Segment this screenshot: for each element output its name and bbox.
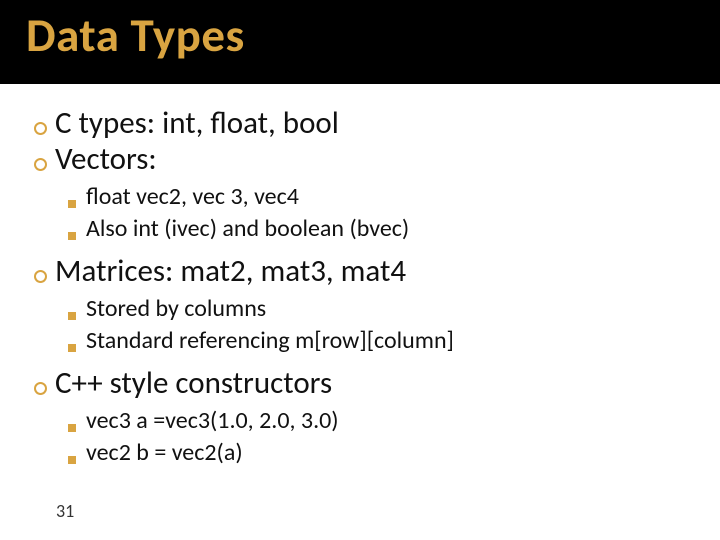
- sublist-item-text: Stored by columns: [86, 294, 266, 324]
- list-item: C types: int, float, bool: [34, 106, 696, 140]
- square-bullet-icon: [68, 344, 76, 352]
- sublist-item-text: Also int (ivec) and boolean (bvec): [86, 214, 409, 244]
- square-bullet-icon: [68, 200, 76, 208]
- sublist-item: Also int (ivec) and boolean (bvec): [68, 214, 696, 244]
- circle-bullet-icon: [34, 158, 47, 171]
- list-item-text: Vectors:: [55, 142, 157, 176]
- sublist-item: Stored by columns: [68, 294, 696, 324]
- title-band: Data Types: [0, 0, 720, 84]
- list-item-text: C++ style constructors: [55, 366, 332, 400]
- list-item: Vectors:: [34, 142, 696, 176]
- slide-title: Data Types: [26, 6, 720, 64]
- sublist: Stored by columns Standard referencing m…: [34, 294, 696, 356]
- slide-content: C types: int, float, bool Vectors: float…: [0, 84, 720, 468]
- page-number: 31: [56, 500, 74, 522]
- square-bullet-icon: [68, 232, 76, 240]
- circle-bullet-icon: [34, 270, 47, 283]
- sublist-item: vec3 a =vec3(1.0, 2.0, 3.0): [68, 406, 696, 436]
- sublist-item-text: vec2 b = vec2(a): [86, 438, 243, 468]
- slide: Data Types C types: int, float, bool Vec…: [0, 0, 720, 540]
- square-bullet-icon: [68, 424, 76, 432]
- list-item: Matrices: mat2, mat3, mat4: [34, 254, 696, 288]
- square-bullet-icon: [68, 456, 76, 464]
- sublist-item: float vec2, vec 3, vec4: [68, 182, 696, 212]
- sublist-item: Standard referencing m[row][column]: [68, 326, 696, 356]
- sublist-item-text: Standard referencing m[row][column]: [86, 326, 454, 356]
- circle-bullet-icon: [34, 382, 47, 395]
- sublist-item: vec2 b = vec2(a): [68, 438, 696, 468]
- sublist: vec3 a =vec3(1.0, 2.0, 3.0) vec2 b = vec…: [34, 406, 696, 468]
- circle-bullet-icon: [34, 122, 47, 135]
- sublist-item-text: float vec2, vec 3, vec4: [86, 182, 299, 212]
- square-bullet-icon: [68, 312, 76, 320]
- list-item-text: C types: int, float, bool: [55, 106, 339, 140]
- list-item: C++ style constructors: [34, 366, 696, 400]
- list-item-text: Matrices: mat2, mat3, mat4: [55, 254, 406, 288]
- sublist: float vec2, vec 3, vec4 Also int (ivec) …: [34, 182, 696, 244]
- sublist-item-text: vec3 a =vec3(1.0, 2.0, 3.0): [86, 406, 339, 436]
